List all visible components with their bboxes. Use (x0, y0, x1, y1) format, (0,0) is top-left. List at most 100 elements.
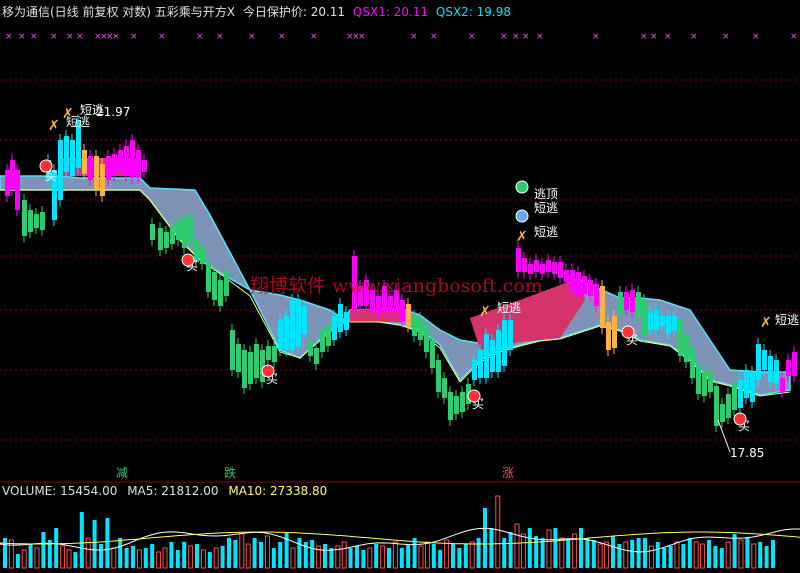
top-escape-icon (515, 180, 529, 194)
signal-star: × (66, 32, 74, 42)
short-escape-label-6: 短逃 (775, 313, 799, 327)
volume-bar (188, 545, 194, 569)
volume-bar (438, 550, 443, 568)
signal-star: × (664, 32, 672, 42)
svg-text:✗: ✗ (48, 118, 60, 134)
volume-bar (271, 548, 276, 568)
volume-bar (399, 548, 404, 568)
signal-star: × (248, 32, 256, 42)
signal-star: × (196, 32, 204, 42)
signal-star: × (5, 32, 13, 42)
volume-bar (66, 549, 72, 569)
volume-bar (131, 546, 135, 568)
chart-header: 移为通信(日线 前复权 对数) 五彩乘与开方X 今日保护价: 20.11 QSX… (2, 3, 515, 20)
volume-bar (213, 547, 219, 569)
volume-bar (387, 548, 391, 568)
candle-body (606, 322, 611, 350)
candle-body (546, 260, 551, 272)
candle-body (654, 310, 659, 330)
candle-body (212, 272, 217, 300)
low-pointer (717, 419, 731, 453)
candle-body (94, 156, 99, 190)
candle-body (642, 300, 647, 336)
candle-body (338, 304, 343, 332)
candle-body (314, 348, 319, 364)
candle-body (678, 320, 683, 356)
signal-star: × (158, 32, 166, 42)
volume-bar (707, 540, 711, 568)
candle-body (188, 216, 193, 242)
signal-markers: × × × × × × ×××× × × × × × × × ××× × × × × × × × × × × × × × × × (5, 32, 798, 42)
candle-body (792, 352, 797, 376)
candle-body (10, 160, 15, 190)
candle-body (528, 264, 533, 274)
volume-bar (341, 541, 347, 569)
volume-bar (636, 538, 641, 568)
candle-body (442, 378, 447, 398)
signal-star: × (310, 32, 318, 42)
volume-bar (21, 549, 27, 569)
volume-bar (3, 538, 7, 568)
candle-body (242, 350, 247, 388)
candle-body (418, 318, 423, 340)
candle-body (768, 356, 773, 382)
candle-body (648, 312, 653, 330)
short-escape-label-2: 短逃 (80, 103, 104, 117)
candle-body (278, 320, 283, 350)
svg-text:✗: ✗ (479, 304, 491, 320)
volume-bar (732, 534, 737, 568)
signal-star: × (468, 32, 476, 42)
volume-bar (623, 541, 629, 569)
volume-bar (367, 547, 373, 569)
volume-bar (585, 538, 590, 568)
candle-body (308, 342, 313, 356)
volume-bar (284, 532, 289, 568)
volume-bar (700, 543, 706, 569)
candle-body (472, 360, 477, 380)
candle-body (576, 272, 581, 296)
signal-star: × (752, 32, 760, 42)
axis-label-zhang: 涨 (502, 465, 514, 480)
volume-bar (725, 541, 731, 569)
watermark: 翔博软件 www.xiangbosoft.com (250, 275, 543, 297)
volume-bar (591, 540, 596, 568)
candle-body (424, 326, 429, 352)
volume-bar (200, 549, 206, 569)
candle-body (176, 222, 181, 240)
volume-bar (546, 529, 552, 569)
candle-body (460, 392, 465, 412)
candle-body (15, 170, 20, 210)
candle-body (88, 156, 93, 180)
chart-title: 移为通信(日线 前复权 对数) 五彩乘与开方X (2, 5, 236, 19)
volume-bar (15, 554, 20, 568)
volume-bar (687, 538, 692, 568)
volume-value: VOLUME: 15454.00 (2, 484, 118, 498)
volume-bar (348, 548, 353, 568)
candle-body (118, 150, 123, 172)
candle-body (272, 346, 277, 362)
candle-body (478, 350, 483, 378)
volume-bar (374, 544, 379, 568)
candle-body (786, 360, 791, 376)
volume-bar (92, 520, 97, 568)
volume-bar (361, 550, 366, 568)
candle-body (254, 344, 259, 378)
volume-bar (239, 533, 245, 569)
volume-bar (668, 546, 673, 568)
candle-body (82, 150, 87, 174)
volume-bar (111, 547, 117, 569)
volume-bar (73, 552, 78, 568)
signal-star: × (18, 32, 26, 42)
candle-body (106, 156, 111, 180)
signal-star: × (216, 32, 224, 42)
volume-bar (508, 532, 513, 568)
volume-bar (771, 540, 775, 568)
svg-text:✗: ✗ (516, 229, 528, 245)
volume-bar (8, 539, 14, 569)
candle-body (58, 140, 63, 200)
volume-bar (278, 542, 283, 568)
candle-body (230, 330, 235, 370)
candle-body (726, 394, 731, 418)
volume-bar (182, 542, 187, 568)
candle-body (296, 300, 301, 346)
